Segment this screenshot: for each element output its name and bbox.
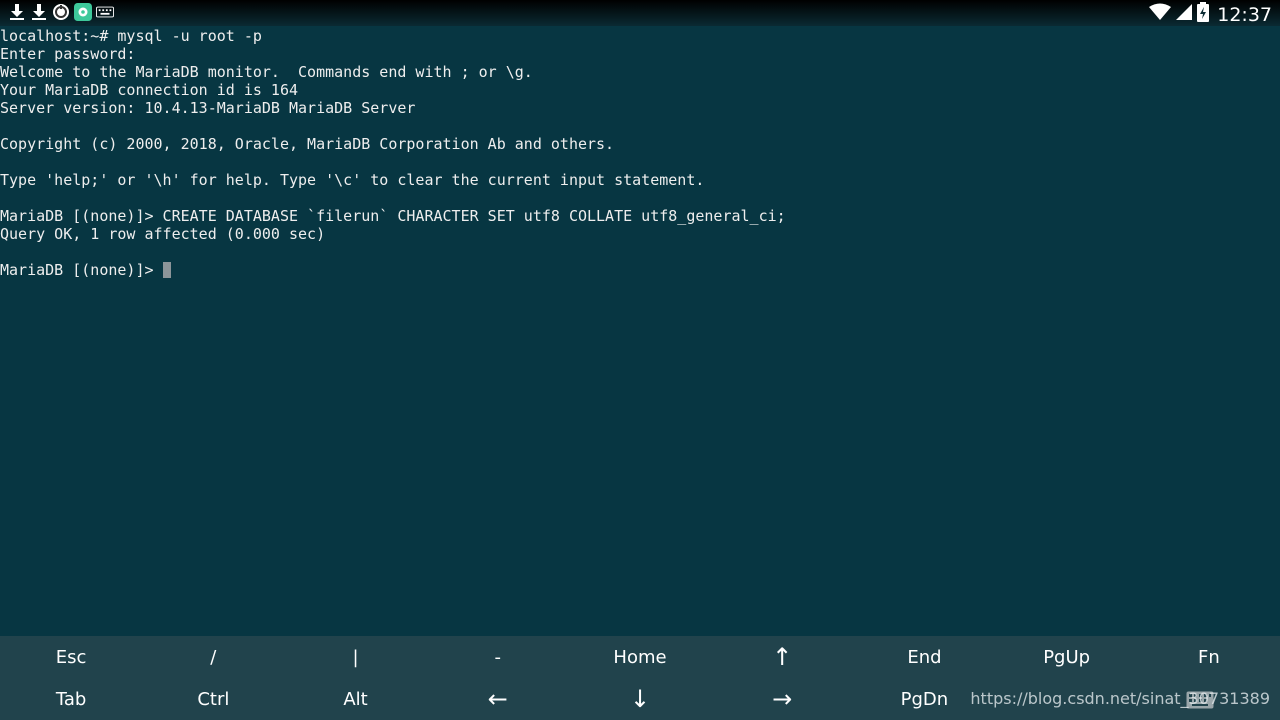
home-key[interactable]: Home xyxy=(569,636,711,678)
terminal-line: MariaDB [(none)]> CREATE DATABASE `filer… xyxy=(0,207,786,225)
terminal-line: Type 'help;' or '\h' for help. Type '\c'… xyxy=(0,171,705,189)
ctrl-key[interactable]: Ctrl xyxy=(142,678,284,720)
notification-icons xyxy=(8,3,114,21)
arrow-down-key[interactable]: ↓ xyxy=(569,678,711,720)
terminal-line: Copyright (c) 2000, 2018, Oracle, MariaD… xyxy=(0,135,615,153)
wifi-icon xyxy=(1149,3,1172,26)
arrow-right-key[interactable]: → xyxy=(711,678,853,720)
terminal-line: Welcome to the MariaDB monitor. Commands… xyxy=(0,63,533,81)
terminal-cursor xyxy=(162,262,171,278)
terminal-prompt-line[interactable]: MariaDB [(none)]> xyxy=(0,261,1280,279)
slash-key[interactable]: / xyxy=(142,636,284,678)
terminal-prompt: MariaDB [(none)]> xyxy=(0,261,163,279)
pgup-key[interactable]: PgUp xyxy=(996,636,1138,678)
clock: 12:37 xyxy=(1217,3,1272,26)
app-store-icon xyxy=(74,3,92,21)
fn-key[interactable]: Fn xyxy=(1138,636,1280,678)
alt-key[interactable]: Alt xyxy=(284,678,426,720)
cellular-signal-icon xyxy=(1175,3,1193,26)
system-status: 12:37 xyxy=(1149,2,1272,27)
terminal-line: Enter password: xyxy=(0,45,136,63)
download-icon xyxy=(30,3,48,21)
keyboard-icon xyxy=(96,3,114,21)
terminal-line: localhost:~# mysql -u root -p xyxy=(0,27,262,45)
sync-icon xyxy=(52,3,70,21)
terminal-output[interactable]: localhost:~# mysql -u root -p Enter pass… xyxy=(0,27,1280,633)
end-key[interactable]: End xyxy=(853,636,995,678)
terminal-line: Server version: 10.4.13-MariaDB MariaDB … xyxy=(0,99,416,117)
arrow-up-key[interactable]: ↑ xyxy=(711,636,853,678)
pipe-key[interactable]: | xyxy=(284,636,426,678)
download-icon xyxy=(8,3,26,21)
esc-key[interactable]: Esc xyxy=(0,636,142,678)
watermark: https://blog.csdn.net/sinat_30731389 xyxy=(970,689,1270,708)
status-bar: 12:37 xyxy=(0,0,1280,26)
tab-key[interactable]: Tab xyxy=(0,678,142,720)
battery-icon xyxy=(1197,2,1210,27)
arrow-left-key[interactable]: ← xyxy=(427,678,569,720)
dash-key[interactable]: - xyxy=(427,636,569,678)
terminal-line: Query OK, 1 row affected (0.000 sec) xyxy=(0,225,326,243)
terminal-line: Your MariaDB connection id is 164 xyxy=(0,81,299,99)
